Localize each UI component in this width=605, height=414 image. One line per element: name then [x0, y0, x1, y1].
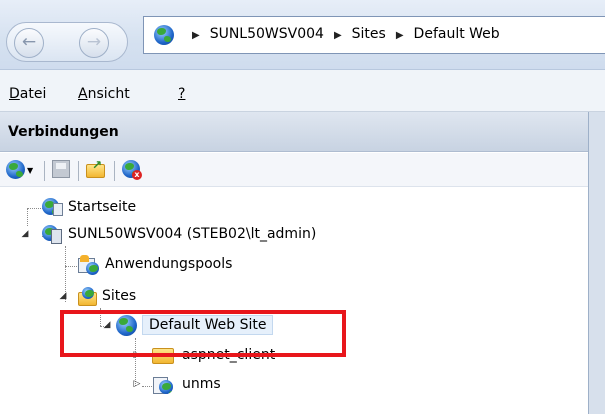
menu-ansicht[interactable]: Ansicht	[78, 86, 130, 102]
server-icon	[42, 225, 62, 245]
menu-datei[interactable]: Datei	[9, 86, 46, 102]
up-folder-icon[interactable]: ↗	[86, 158, 106, 178]
collapse-icon[interactable]: ◢	[20, 229, 30, 239]
breadcrumb-sites[interactable]: Sites	[352, 26, 386, 42]
panel-header: Verbindungen	[0, 112, 588, 152]
highlight-box	[60, 310, 346, 357]
connections-toolbar: ▼ ↗ x	[0, 153, 588, 187]
collapse-icon[interactable]: ◢	[58, 291, 68, 301]
tree-line	[27, 208, 43, 209]
back-button[interactable]: ←	[14, 28, 44, 58]
save-icon[interactable]	[52, 160, 70, 178]
panel-title: Verbindungen	[8, 124, 119, 140]
address-box[interactable]: ▶ SUNL50WSV004 ▶ Sites ▶ Default Web	[143, 16, 605, 54]
breadcrumb-arrow-icon[interactable]: ▶	[396, 30, 404, 41]
panel-splitter[interactable]	[588, 112, 605, 414]
menu-bar: Datei Ansicht ?	[0, 70, 605, 112]
breadcrumb-server[interactable]: SUNL50WSV004	[210, 26, 324, 42]
app-pools-icon	[78, 255, 100, 275]
connections-panel: Verbindungen ▼ ↗ x Startseite ◢ SUNL50WS…	[0, 112, 588, 414]
tree-node-label: SUNL50WSV004 (STEB02\lt_admin)	[68, 226, 317, 242]
tree-line	[65, 266, 79, 267]
breadcrumb-default-web-site[interactable]: Default Web	[414, 26, 500, 42]
toolbar-separator	[44, 161, 45, 181]
breadcrumb-arrow-icon[interactable]: ▶	[334, 30, 342, 41]
menu-help[interactable]: ?	[178, 86, 185, 102]
navigation-buttons: ← →	[6, 22, 128, 62]
forward-button[interactable]: →	[79, 28, 109, 58]
globe-icon	[154, 25, 174, 45]
toolbar-separator	[78, 161, 79, 181]
tree-node-label: Startseite	[68, 199, 137, 215]
connect-globe-dropdown-icon[interactable]: ▼	[6, 160, 33, 179]
disconnect-icon[interactable]: x	[122, 160, 144, 180]
tree-node-label: Anwendungspools	[105, 256, 233, 272]
expand-icon[interactable]: ▷	[132, 379, 142, 389]
tree-node-label: Sites	[102, 288, 137, 304]
start-page-icon	[42, 198, 64, 218]
tree-node-label: unms	[182, 376, 221, 392]
tree-line	[142, 386, 152, 387]
application-globe-icon	[153, 375, 175, 395]
connections-tree: Startseite ◢ SUNL50WSV004 (STEB02\lt_adm…	[0, 190, 588, 414]
tree-line	[27, 208, 28, 226]
breadcrumb: ▶ SUNL50WSV004 ▶ Sites ▶ Default Web	[182, 26, 500, 42]
address-bar-area: ← → ▶ SUNL50WSV004 ▶ Sites ▶ Default Web	[0, 0, 605, 70]
toolbar-separator	[114, 161, 115, 181]
breadcrumb-arrow-icon[interactable]: ▶	[192, 30, 200, 41]
sites-folder-icon	[78, 287, 98, 307]
